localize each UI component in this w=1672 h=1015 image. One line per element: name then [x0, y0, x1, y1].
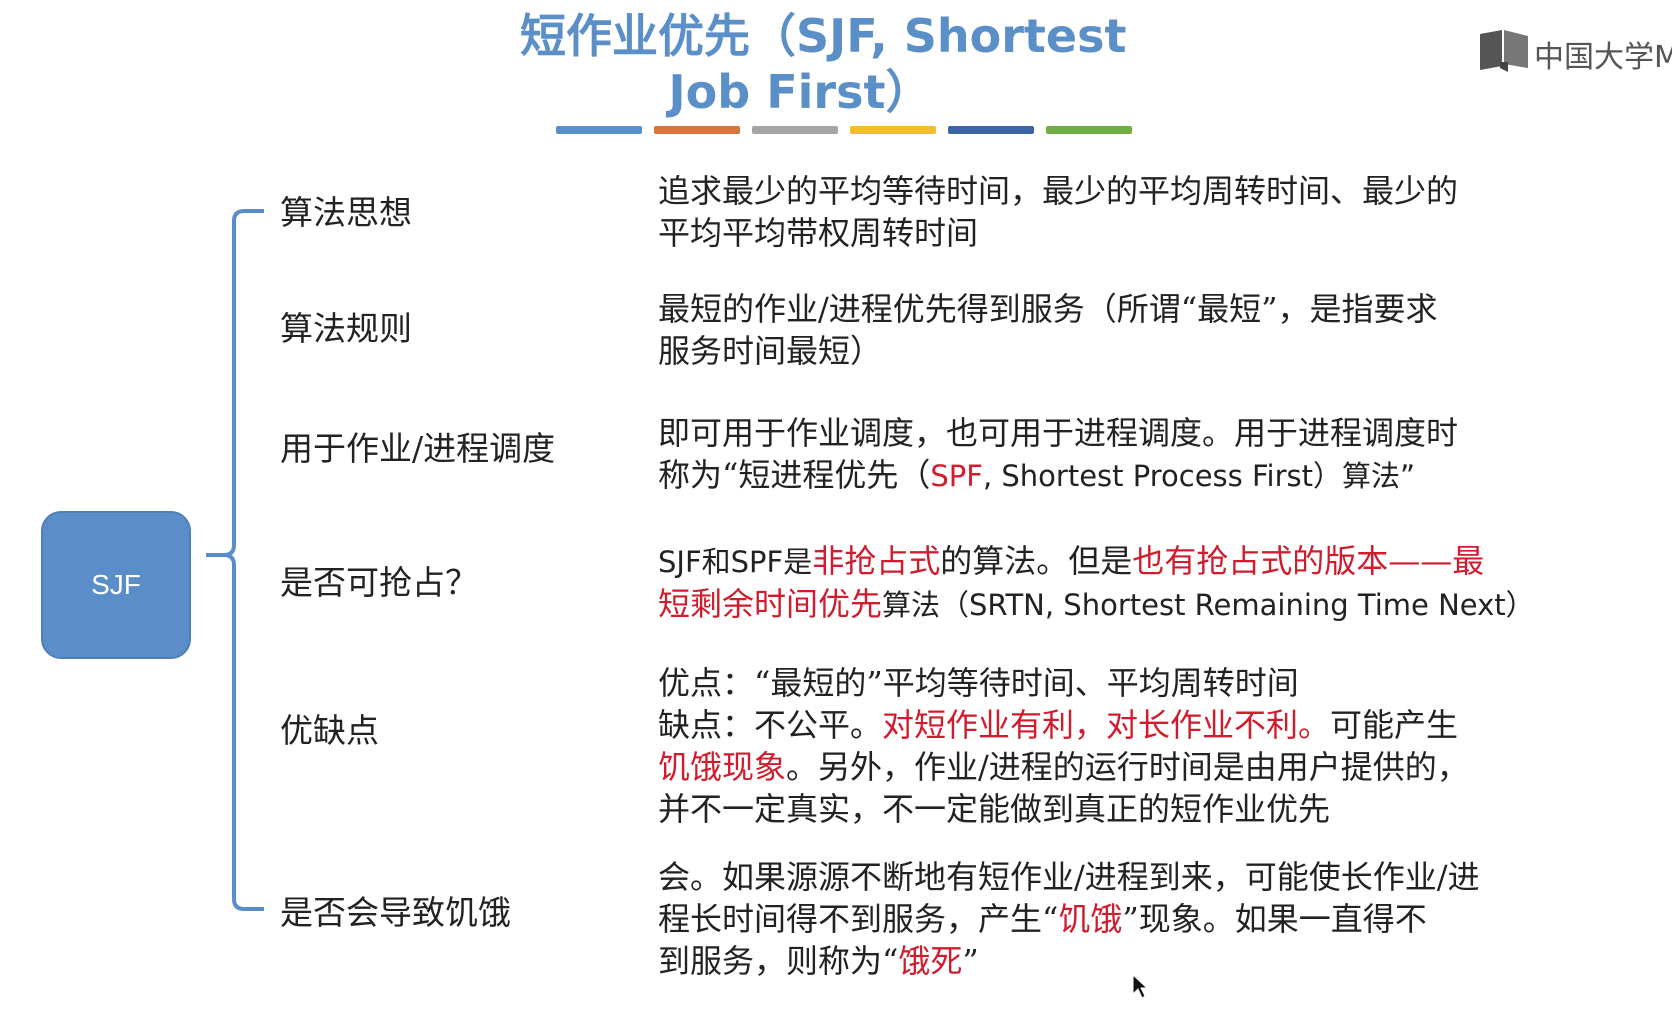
desc-line: 程长时间得不到服务，产生“饥饿”现象。如果一直得不: [658, 898, 1658, 940]
color-bar-4: [850, 126, 936, 134]
desc-text: ”: [962, 942, 979, 980]
color-bar-5: [948, 126, 1034, 134]
row-desc-preemptive: SJF和SPF是非抢占式的算法。但是也有抢占式的版本——最 短剩余时间优先算法（…: [658, 540, 1658, 626]
row-label-preemptive: 是否可抢占？: [280, 563, 478, 602]
desc-line: 到服务，则称为“饿死”: [658, 940, 1658, 982]
desc-line: SJF和SPF是非抢占式的算法。但是也有抢占式的版本——最: [658, 540, 1658, 583]
desc-text: 缺点：不公平。: [658, 706, 883, 744]
desc-line: 会。如果源源不断地有短作业/进程到来，可能使长作业/进: [658, 858, 1480, 896]
row-label-algorithm-idea: 算法思想: [280, 193, 412, 232]
logo-text: 中国大学M: [1534, 40, 1672, 75]
desc-line: 追求最少的平均等待时间，最少的平均周转时间、最少的: [658, 172, 1459, 210]
mouse-pointer-icon: [1132, 974, 1148, 999]
emphasis-text: 饥饿: [1058, 900, 1123, 938]
row-desc-scheduling-scope: 即可用于作业调度，也可用于进程调度。用于进程调度时 称为“短进程优先（SPF, …: [658, 412, 1658, 497]
slide-title: 短作业优先（SJF, Shortest Job First）: [520, 8, 1127, 120]
emphasis-text: 饿死: [898, 942, 963, 980]
row-label-scheduling-scope: 用于作业/进程调度: [280, 429, 556, 468]
color-bar-1: [556, 126, 642, 134]
desc-text: 程长时间得不到服务，产生“: [658, 900, 1059, 938]
desc-line: 服务时间最短）: [658, 332, 883, 370]
row-desc-pros-cons: 优点：“最短的”平均等待时间、平均周转时间 缺点：不公平。对短作业有利，对长作业…: [658, 662, 1658, 830]
row-desc-algorithm-idea: 追求最少的平均等待时间，最少的平均周转时间、最少的 平均平均带权周转时间: [658, 170, 1658, 254]
desc-line: 平均平均带权周转时间: [658, 214, 979, 252]
desc-line: 称为“短进程优先（SPF, Shortest Process First）算法”: [658, 454, 1658, 497]
desc-line: 优点：“最短的”平均等待时间、平均周转时间: [658, 664, 1299, 702]
desc-text: 。另外，作业/进程的运行时间是由用户提供的，: [786, 748, 1469, 786]
desc-line: 并不一定真实，不一定能做到真正的短作业优先: [658, 790, 1331, 828]
color-bar-6: [1046, 126, 1132, 134]
emphasis-text: 非抢占式: [812, 542, 941, 580]
desc-text: 可能产生: [1330, 706, 1459, 744]
row-label-algorithm-rule: 算法规则: [280, 309, 412, 348]
left-brace: [206, 209, 264, 911]
sjf-root-label: SJF: [91, 569, 141, 600]
mooc-logo: 中国大学M: [1478, 28, 1672, 75]
emphasis-text: 短剩余时间优先: [658, 585, 883, 623]
sjf-root-node: SJF: [41, 511, 191, 659]
desc-line: 饥饿现象。另外，作业/进程的运行时间是由用户提供的，: [658, 746, 1658, 788]
desc-text: 到服务，则称为“: [658, 942, 899, 980]
emphasis-text: SPF: [930, 459, 983, 493]
title-line-2: Job First）: [668, 65, 932, 119]
desc-line: 即可用于作业调度，也可用于进程调度。用于进程调度时: [658, 414, 1459, 452]
title-line-1: 短作业优先（SJF, Shortest: [520, 9, 1127, 63]
title-color-bars: [556, 126, 1156, 135]
book-icon: [1480, 30, 1528, 72]
desc-text: 算法（SRTN, Shortest Remaining Time Next）: [882, 588, 1535, 622]
desc-text: 称为“短进程优先（: [658, 456, 931, 494]
desc-line: 最短的作业/进程优先得到服务（所谓“最短”，是指要求: [658, 290, 1438, 328]
row-label-starvation: 是否会导致饥饿: [280, 893, 511, 932]
emphasis-text: 饥饿现象: [658, 748, 787, 786]
desc-line: 缺点：不公平。对短作业有利，对长作业不利。可能产生: [658, 704, 1658, 746]
desc-text: SJF和SPF是: [658, 545, 813, 579]
desc-text: 的算法。但是: [940, 542, 1133, 580]
row-desc-starvation: 会。如果源源不断地有短作业/进程到来，可能使长作业/进 程长时间得不到服务，产生…: [658, 856, 1658, 982]
row-label-pros-cons: 优缺点: [280, 711, 379, 750]
desc-line: 短剩余时间优先算法（SRTN, Shortest Remaining Time …: [658, 583, 1658, 626]
emphasis-text: 对短作业有利，对长作业不利。: [882, 706, 1331, 744]
color-bar-3: [752, 126, 838, 134]
row-desc-algorithm-rule: 最短的作业/进程优先得到服务（所谓“最短”，是指要求 服务时间最短）: [658, 288, 1658, 372]
desc-text: ”现象。如果一直得不: [1122, 900, 1427, 938]
slide: 短作业优先（SJF, Shortest Job First） 中国大学M SJF…: [0, 0, 1672, 1015]
desc-text: , Shortest Process First）算法”: [982, 459, 1416, 493]
emphasis-text: 也有抢占式的版本——最: [1132, 542, 1485, 580]
color-bar-2: [654, 126, 740, 134]
